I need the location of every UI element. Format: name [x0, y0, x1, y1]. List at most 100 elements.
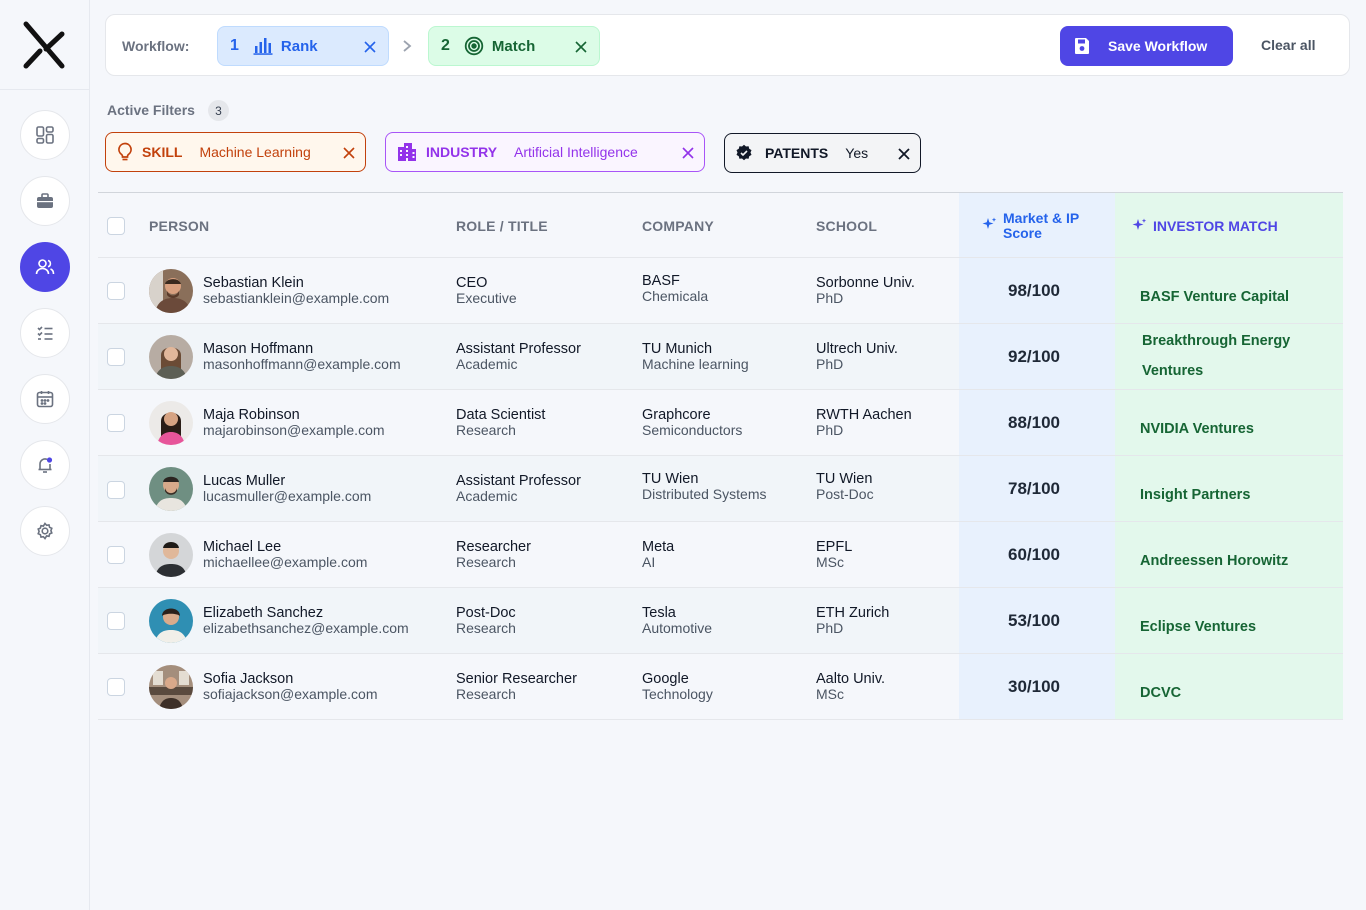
row-checkbox[interactable]: [107, 546, 125, 564]
nav-dashboard[interactable]: [20, 110, 70, 160]
nav-settings[interactable]: [20, 506, 70, 556]
row-checkbox[interactable]: [107, 481, 125, 499]
market-ip-score: 60/100: [1008, 545, 1060, 564]
table-row[interactable]: Sebastian Klein sebastianklein@example.c…: [98, 258, 1343, 324]
close-icon[interactable]: [362, 39, 378, 55]
school-name: TU Wien: [816, 471, 873, 487]
avatar: [149, 269, 193, 313]
avatar: [149, 335, 193, 379]
person-email: michaellee@example.com: [203, 554, 368, 570]
checklist-icon: [37, 326, 53, 340]
table-header: PERSON ROLE / TITLE COMPANY SCHOOL Marke…: [98, 192, 1343, 258]
investor-match[interactable]: DCVC: [1140, 678, 1320, 708]
filter-chip-patents[interactable]: PATENTS Yes: [724, 133, 921, 173]
save-icon: [1075, 38, 1089, 54]
school-degree: MSc: [816, 554, 844, 570]
close-icon[interactable]: [896, 146, 912, 162]
filter-value: Artificial Intelligence: [514, 144, 638, 160]
person-name[interactable]: Lucas Muller: [203, 473, 285, 489]
avatar: [149, 665, 193, 709]
person-name[interactable]: Sofia Jackson: [203, 671, 293, 687]
school-degree: PhD: [816, 290, 844, 306]
select-all-checkbox[interactable]: [107, 217, 125, 235]
close-icon[interactable]: [680, 145, 696, 161]
header-person[interactable]: PERSON: [149, 218, 209, 234]
school-degree: Post-Doc: [816, 486, 874, 502]
users-icon: [35, 259, 55, 275]
close-icon[interactable]: [341, 145, 357, 161]
workflow-label: Workflow:: [122, 38, 190, 54]
filter-key: PATENTS: [765, 145, 829, 161]
sidebar: [0, 0, 90, 910]
person-name[interactable]: Sebastian Klein: [203, 275, 304, 291]
table-row[interactable]: Michael Lee michaellee@example.com Resea…: [98, 522, 1343, 588]
company-sector: Automotive: [642, 620, 713, 636]
nav-portfolio[interactable]: [20, 176, 70, 226]
investor-match[interactable]: Eclipse Ventures: [1140, 612, 1320, 642]
investor-match[interactable]: Breakthrough Energy Ventures: [1142, 326, 1322, 386]
company-name: Google: [642, 671, 689, 687]
nav-people[interactable]: [20, 242, 70, 292]
header-company[interactable]: COMPANY: [642, 218, 714, 234]
company-sector: Semiconductors: [642, 422, 743, 438]
filter-value: Yes: [845, 145, 869, 161]
step-number: 1: [230, 37, 239, 54]
investor-match[interactable]: BASF Venture Capital: [1140, 282, 1320, 312]
header-investor-label: INVESTOR MATCH: [1153, 218, 1278, 234]
filter-chip-industry[interactable]: INDUSTRY Artificial Intelligence: [385, 132, 705, 172]
header-role[interactable]: ROLE / TITLE: [456, 218, 548, 234]
investor-match[interactable]: NVIDIA Ventures: [1140, 414, 1320, 444]
filter-chip-skill[interactable]: SKILL Machine Learning: [105, 132, 366, 172]
filter-key: SKILL: [142, 144, 183, 160]
row-checkbox[interactable]: [107, 414, 125, 432]
close-icon[interactable]: [573, 39, 589, 55]
active-filters-label: Active Filters: [107, 102, 195, 118]
school-name: Sorbonne Univ.: [816, 275, 915, 291]
header-school[interactable]: SCHOOL: [816, 218, 877, 234]
row-checkbox[interactable]: [107, 348, 125, 366]
table-row[interactable]: Elizabeth Sanchez elizabethsanchez@examp…: [98, 588, 1343, 654]
save-workflow-button[interactable]: Save Workflow: [1060, 26, 1233, 66]
person-email: sebastianklein@example.com: [203, 290, 390, 306]
bell-icon: [38, 457, 53, 473]
person-name[interactable]: Maja Robinson: [203, 407, 300, 423]
row-checkbox[interactable]: [107, 678, 125, 696]
investor-match[interactable]: Andreessen Horowitz: [1140, 546, 1320, 576]
workflow-bar: Workflow: 1 Rank 2 Match Save Workflow C…: [105, 14, 1350, 76]
role-title: Senior Researcher: [456, 671, 577, 687]
nav-calendar[interactable]: [20, 374, 70, 424]
bar-chart-icon: [253, 38, 273, 55]
role-type: Research: [456, 686, 516, 702]
table-row[interactable]: Maja Robinson majarobinson@example.com D…: [98, 390, 1343, 456]
person-name[interactable]: Mason Hoffmann: [203, 341, 313, 357]
company-name: TU Wien: [642, 471, 699, 487]
nav-tasks[interactable]: [20, 308, 70, 358]
filter-key: INDUSTRY: [426, 144, 498, 160]
clear-all-button[interactable]: Clear all: [1261, 37, 1315, 53]
target-icon: [464, 36, 484, 56]
role-type: Academic: [456, 488, 518, 504]
table-row[interactable]: Mason Hoffmann masonhoffmann@example.com…: [98, 324, 1343, 390]
market-ip-score: 78/100: [1008, 479, 1060, 498]
company-sector: AI: [642, 554, 656, 570]
row-checkbox[interactable]: [107, 612, 125, 630]
table-row[interactable]: Sofia Jackson sofiajackson@example.com S…: [98, 654, 1343, 720]
person-email: sofiajackson@example.com: [203, 686, 378, 702]
table-row[interactable]: Lucas Muller lucasmuller@example.com Ass…: [98, 456, 1343, 522]
nav-notifications[interactable]: [20, 440, 70, 490]
role-title: Post-Doc: [456, 605, 516, 621]
step-label: Match: [491, 37, 536, 55]
person-name[interactable]: Michael Lee: [203, 539, 281, 555]
sparkle-icon: [982, 217, 997, 229]
market-ip-score: 30/100: [1008, 677, 1060, 696]
investor-match[interactable]: Insight Partners: [1140, 480, 1320, 510]
person-name[interactable]: Elizabeth Sanchez: [203, 605, 323, 621]
app-logo[interactable]: [22, 20, 68, 70]
row-checkbox[interactable]: [107, 282, 125, 300]
school-name: Aalto Univ.: [816, 671, 886, 687]
school-name: RWTH Aachen: [816, 407, 912, 423]
header-investor[interactable]: INVESTOR MATCH: [1132, 218, 1278, 234]
workflow-step-rank[interactable]: 1 Rank: [217, 26, 389, 66]
workflow-step-match[interactable]: 2 Match: [428, 26, 600, 66]
company-name: Tesla: [642, 605, 676, 621]
